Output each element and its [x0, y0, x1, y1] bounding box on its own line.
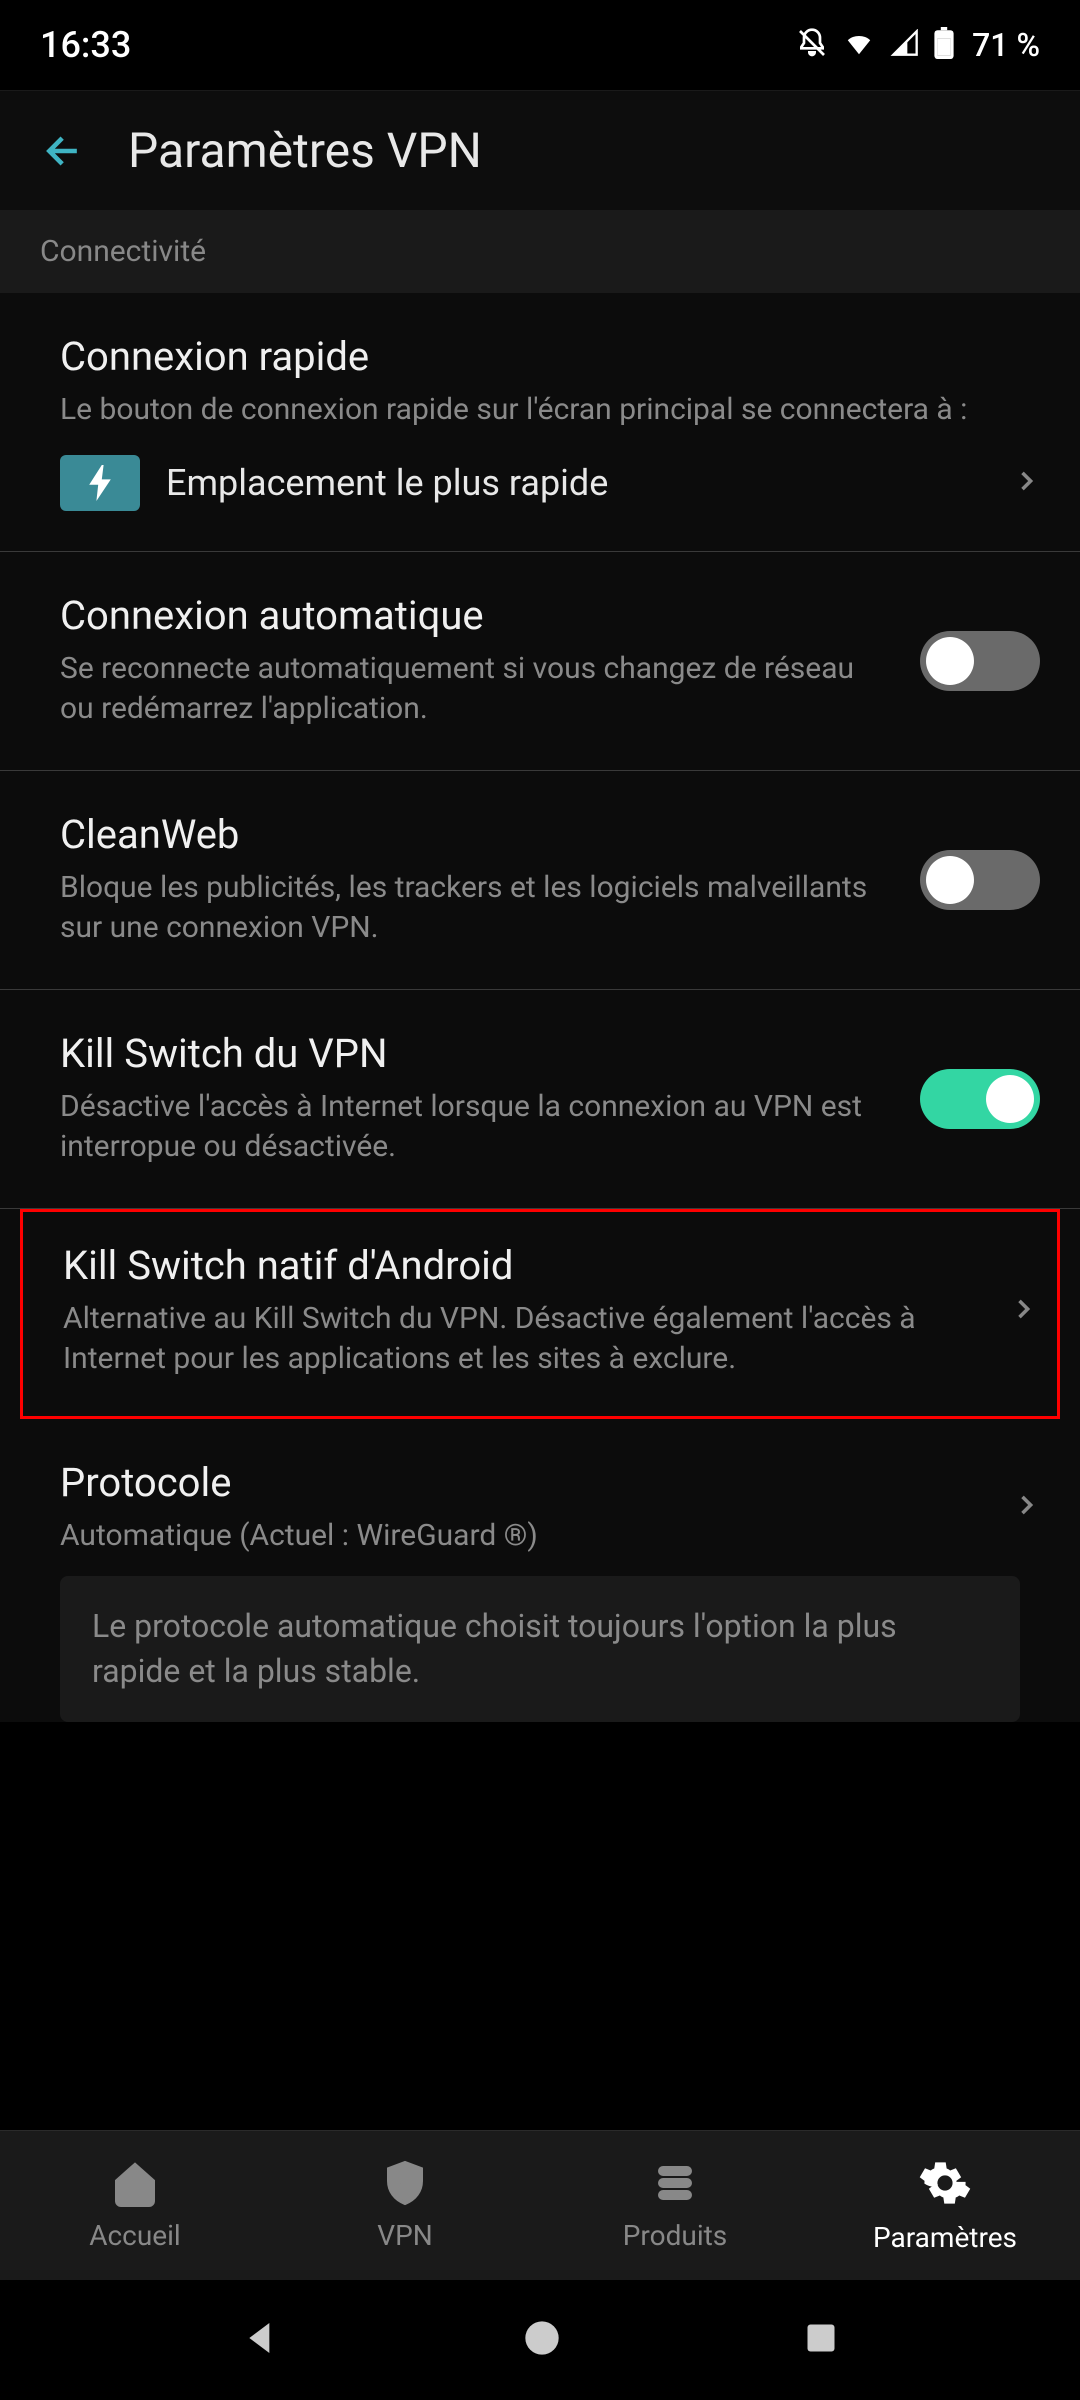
battery-icon [934, 27, 954, 63]
protocol-desc: Automatique (Actuel : WireGuard ®) [60, 1516, 982, 1557]
quick-connect-title: Connexion rapide [60, 333, 1040, 380]
battery-percent: 71 % [972, 26, 1040, 64]
nav-products[interactable]: Produits [540, 2131, 810, 2280]
section-connectivity: Connectivité [0, 210, 1080, 293]
chevron-right-icon [1012, 467, 1040, 499]
killswitch-toggle[interactable] [920, 1069, 1040, 1129]
wifi-icon [842, 29, 876, 61]
auto-connect-desc: Se reconnecte automatiquement si vous ch… [60, 649, 890, 730]
quick-connect-desc: Le bouton de connexion rapide sur l'écra… [60, 390, 1040, 431]
native-killswitch-title: Kill Switch natif d'Android [63, 1242, 979, 1289]
auto-connect-item: Connexion automatique Se reconnecte auto… [0, 552, 1080, 771]
auto-connect-title: Connexion automatique [60, 592, 890, 639]
settings-list: Connexion rapide Le bouton de connexion … [0, 293, 1080, 1722]
killswitch-title: Kill Switch du VPN [60, 1030, 890, 1077]
protocol-item[interactable]: Protocole Automatique (Actuel : WireGuar… [0, 1419, 1080, 1577]
nav-settings[interactable]: Paramètres [810, 2131, 1080, 2280]
sys-recent-icon[interactable] [803, 2320, 839, 2360]
back-button[interactable] [40, 127, 88, 175]
protocol-hint: Le protocole automatique choisit toujour… [60, 1576, 1020, 1722]
cleanweb-item: CleanWeb Bloque les publicités, les trac… [0, 771, 1080, 990]
nav-vpn[interactable]: VPN [270, 2131, 540, 2280]
system-nav [0, 2280, 1080, 2400]
bolt-icon [60, 455, 140, 511]
nav-settings-label: Paramètres [873, 2221, 1017, 2254]
notification-silent-icon [796, 27, 828, 63]
gear-icon [919, 2157, 971, 2213]
quick-connect-option-row[interactable]: Emplacement le plus rapide [60, 431, 1040, 511]
nav-home-label: Accueil [89, 2219, 180, 2252]
shield-icon [381, 2159, 429, 2211]
cleanweb-title: CleanWeb [60, 811, 890, 858]
auto-connect-toggle[interactable] [920, 631, 1040, 691]
sys-back-icon[interactable] [241, 2318, 281, 2362]
cleanweb-toggle[interactable] [920, 850, 1040, 910]
status-time: 16:33 [40, 24, 131, 66]
app-header: Paramètres VPN [0, 90, 1080, 210]
status-bar: 16:33 71 % [0, 0, 1080, 90]
nav-products-label: Produits [623, 2219, 728, 2252]
protocol-title: Protocole [60, 1459, 982, 1506]
cleanweb-desc: Bloque les publicités, les trackers et l… [60, 868, 890, 949]
chevron-right-icon [1009, 1295, 1037, 1327]
native-killswitch-desc: Alternative au Kill Switch du VPN. Désac… [63, 1299, 979, 1380]
page-title: Paramètres VPN [128, 122, 482, 179]
signal-icon [890, 29, 920, 61]
killswitch-desc: Désactive l'accès à Internet lorsque la … [60, 1087, 890, 1168]
quick-connect-option: Emplacement le plus rapide [166, 462, 1012, 504]
native-killswitch-item[interactable]: Kill Switch natif d'Android Alternative … [23, 1212, 1057, 1410]
nav-vpn-label: VPN [377, 2219, 432, 2252]
bottom-nav: Accueil VPN Produits Paramètres [0, 2130, 1080, 2280]
nav-home[interactable]: Accueil [0, 2131, 270, 2280]
products-icon [651, 2159, 699, 2211]
killswitch-item: Kill Switch du VPN Désactive l'accès à I… [0, 990, 1080, 1209]
highlight-annotation: Kill Switch natif d'Android Alternative … [20, 1209, 1060, 1419]
status-icons: 71 % [796, 26, 1040, 64]
chevron-right-icon [1012, 1491, 1040, 1523]
home-icon [111, 2159, 159, 2211]
quick-connect-item[interactable]: Connexion rapide Le bouton de connexion … [0, 293, 1080, 552]
sys-home-icon[interactable] [522, 2318, 562, 2362]
